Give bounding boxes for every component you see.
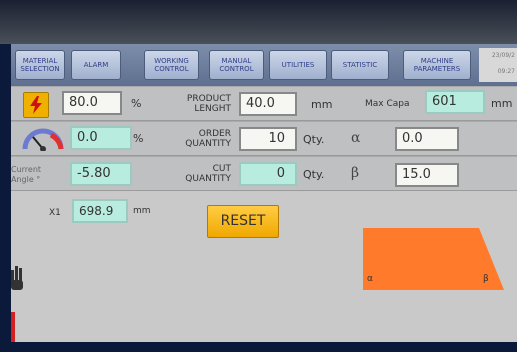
- alpha-label: α: [351, 130, 361, 146]
- hmi-screen: MATERIAL SELECTION ALARM WORKING CONTROL…: [11, 44, 517, 342]
- working-control-button[interactable]: WORKING CONTROL: [144, 50, 199, 80]
- shape-alpha-label: α: [367, 274, 373, 284]
- date-text: 23/09/2: [491, 52, 515, 59]
- order-quantity-unit: Qty.: [303, 133, 325, 146]
- shape-beta-label: β: [483, 274, 489, 284]
- statistic-button[interactable]: STATISTIC: [331, 50, 389, 80]
- time-text: 09:27: [497, 68, 515, 75]
- current-angle-field: -5.80: [70, 162, 132, 186]
- product-length-label: PRODUCT LENGHT: [186, 94, 231, 114]
- hand-icon: [11, 266, 25, 296]
- power-row: 80.0 % PRODUCT LENGHT 40.0 mm Max Capa 6…: [11, 86, 517, 121]
- alarm-indicator-strip: [11, 312, 15, 342]
- power-percent-field[interactable]: 80.0: [62, 91, 122, 115]
- product-length-unit: mm: [311, 98, 333, 111]
- top-navigation-bar: MATERIAL SELECTION ALARM WORKING CONTROL…: [11, 44, 517, 86]
- utilities-button[interactable]: UTILITIES: [269, 50, 327, 80]
- material-selection-button[interactable]: MATERIAL SELECTION: [15, 50, 65, 80]
- speed-unit: %: [133, 132, 144, 145]
- order-quantity-label: ORDER QUANTITY: [185, 129, 231, 149]
- beta-field[interactable]: 15.0: [395, 163, 459, 187]
- x1-unit: mm: [133, 206, 151, 216]
- speed-gauge-icon: [21, 127, 65, 152]
- manual-control-button[interactable]: MANUAL CONTROL: [209, 50, 264, 80]
- current-angle-label: Current Angle °: [11, 165, 42, 184]
- speed-row: 0.0 % ORDER QUANTITY 10 Qty. α 0.0: [11, 121, 517, 156]
- product-length-field[interactable]: 40.0: [239, 92, 297, 116]
- beta-label: β: [351, 165, 360, 181]
- speed-percent-field: 0.0: [70, 126, 132, 150]
- x1-field: 698.9: [72, 199, 128, 223]
- date-time-display: 23/09/2 09:27: [479, 48, 517, 82]
- max-capacity-field: 601: [425, 90, 485, 114]
- order-quantity-field[interactable]: 10: [239, 127, 297, 151]
- cut-quantity-field: 0: [239, 162, 297, 186]
- alpha-field[interactable]: 0.0: [395, 127, 459, 151]
- max-capacity-label: Max Capa: [365, 99, 410, 109]
- max-capacity-unit: mm: [491, 97, 513, 110]
- cut-quantity-label: CUT QUANTITY: [185, 164, 231, 184]
- machine-parameters-button[interactable]: MACHINE PARAMETERS: [403, 50, 471, 80]
- reset-button[interactable]: RESET: [207, 205, 279, 238]
- lightning-icon: [23, 92, 49, 118]
- power-unit: %: [131, 97, 142, 110]
- cut-quantity-unit: Qty.: [303, 168, 325, 181]
- screen-bezel: [0, 0, 517, 44]
- angle-row: Current Angle ° -5.80 CUT QUANTITY 0 Qty…: [11, 156, 517, 191]
- x1-label: X1: [49, 208, 61, 218]
- alarm-button[interactable]: ALARM: [71, 50, 121, 80]
